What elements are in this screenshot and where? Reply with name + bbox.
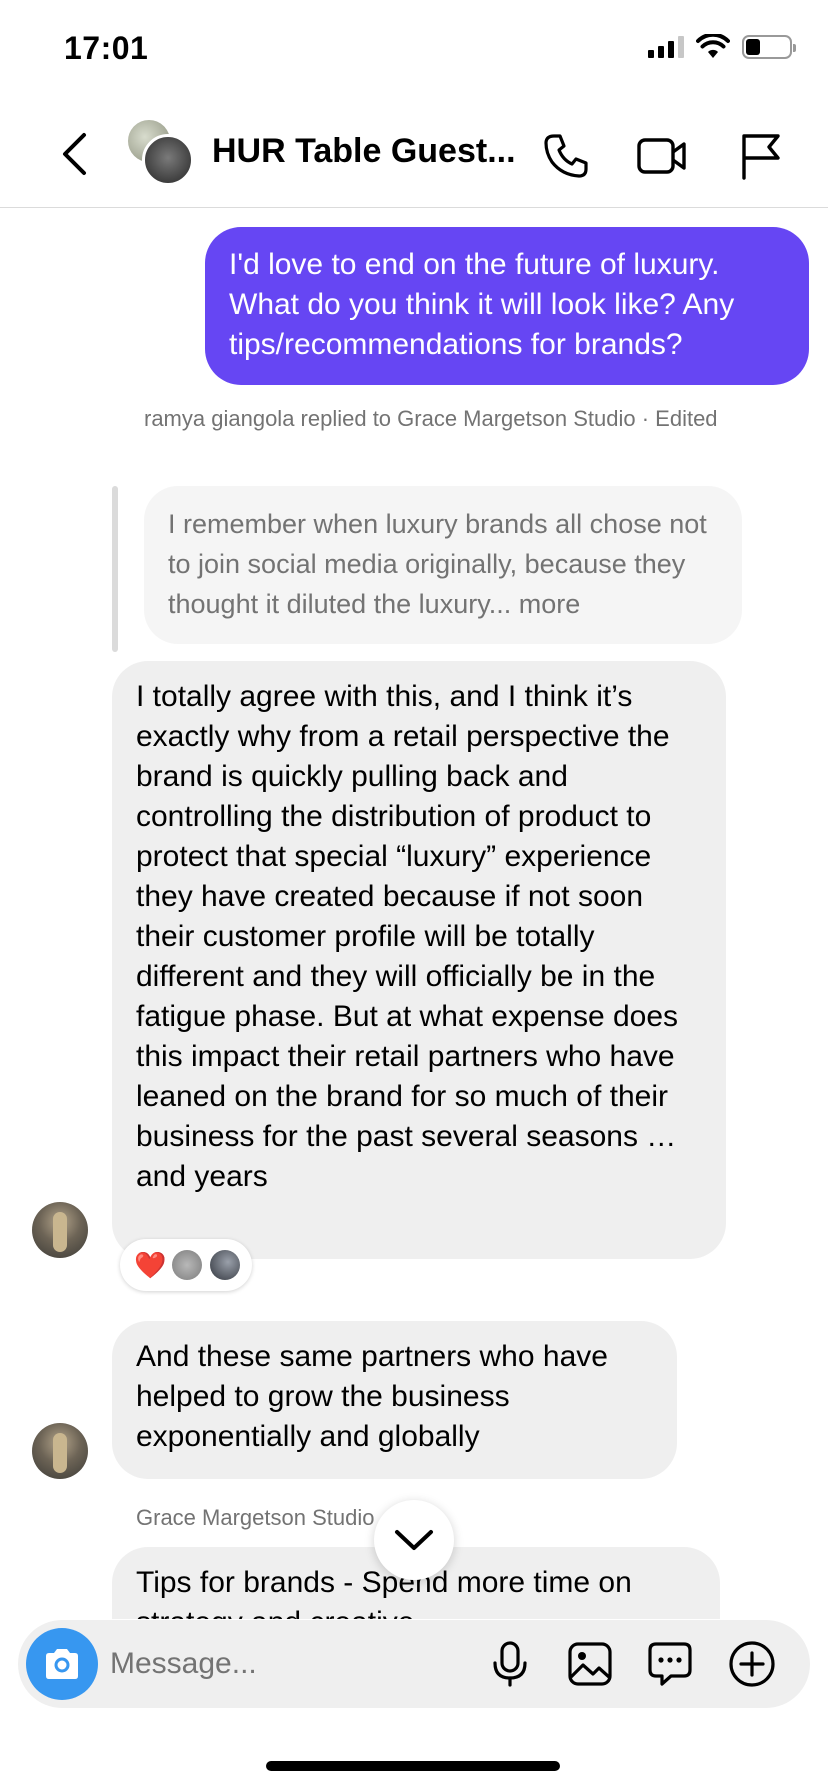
audio-call-button[interactable]: [536, 126, 596, 186]
scroll-to-bottom-button[interactable]: [374, 1500, 454, 1580]
sticker-button[interactable]: [642, 1636, 698, 1692]
voice-message-button[interactable]: [482, 1636, 538, 1692]
thread-title[interactable]: HUR Table Guest...: [212, 132, 516, 171]
quote-divider: [112, 486, 118, 652]
group-avatar-photo-2: [142, 134, 194, 186]
quoted-message[interactable]: I remember when luxury brands all chose …: [144, 486, 742, 644]
dm-thread-screen: 17:01 HUR Table Guest... I'd love to end…: [0, 0, 828, 1792]
group-avatar[interactable]: [126, 118, 194, 186]
sender-avatar[interactable]: [32, 1423, 88, 1479]
sender-avatar[interactable]: [32, 1202, 88, 1258]
phone-icon: [544, 134, 588, 178]
video-call-button[interactable]: [632, 126, 692, 186]
back-icon: [63, 133, 86, 175]
video-camera-icon: [637, 138, 686, 174]
reactor-avatar: [210, 1250, 240, 1280]
heart-reaction: ❤️: [134, 1250, 167, 1280]
gallery-icon: [568, 1642, 612, 1686]
gallery-button[interactable]: [562, 1636, 618, 1692]
camera-icon: [46, 1649, 78, 1679]
battery-icon: [742, 35, 796, 59]
outgoing-message[interactable]: I'd love to end on the future of luxury.…: [205, 227, 809, 385]
flag-icon: [742, 134, 780, 180]
wifi-icon: [696, 34, 730, 58]
plus-icon: [729, 1641, 775, 1687]
message-thread[interactable]: I'd love to end on the future of luxury.…: [0, 209, 828, 1619]
status-time: 17:01: [64, 30, 149, 66]
camera-button[interactable]: [26, 1628, 98, 1700]
thread-header: HUR Table Guest...: [0, 100, 828, 208]
microphone-icon: [493, 1641, 527, 1687]
reactor-avatar: [172, 1250, 202, 1280]
home-indicator: [266, 1761, 560, 1771]
status-bar: 17:01: [0, 0, 828, 100]
sticker-icon: [648, 1642, 692, 1686]
cellular-signal-icon: [648, 36, 684, 58]
message-composer: [18, 1620, 810, 1708]
incoming-message[interactable]: And these same partners who have helped …: [112, 1321, 677, 1479]
message-reactions[interactable]: ❤️: [120, 1239, 252, 1291]
sender-name: Grace Margetson Studio: [136, 1505, 375, 1530]
back-button[interactable]: [48, 126, 100, 182]
incoming-message[interactable]: I totally agree with this, and I think i…: [112, 661, 726, 1259]
more-options-button[interactable]: [724, 1636, 780, 1692]
chevron-down-icon: [395, 1530, 433, 1550]
report-button[interactable]: [730, 126, 790, 186]
message-input[interactable]: [110, 1638, 480, 1690]
status-icons: [648, 34, 796, 60]
reply-context-label: ramya giangola replied to Grace Margetso…: [144, 406, 718, 431]
